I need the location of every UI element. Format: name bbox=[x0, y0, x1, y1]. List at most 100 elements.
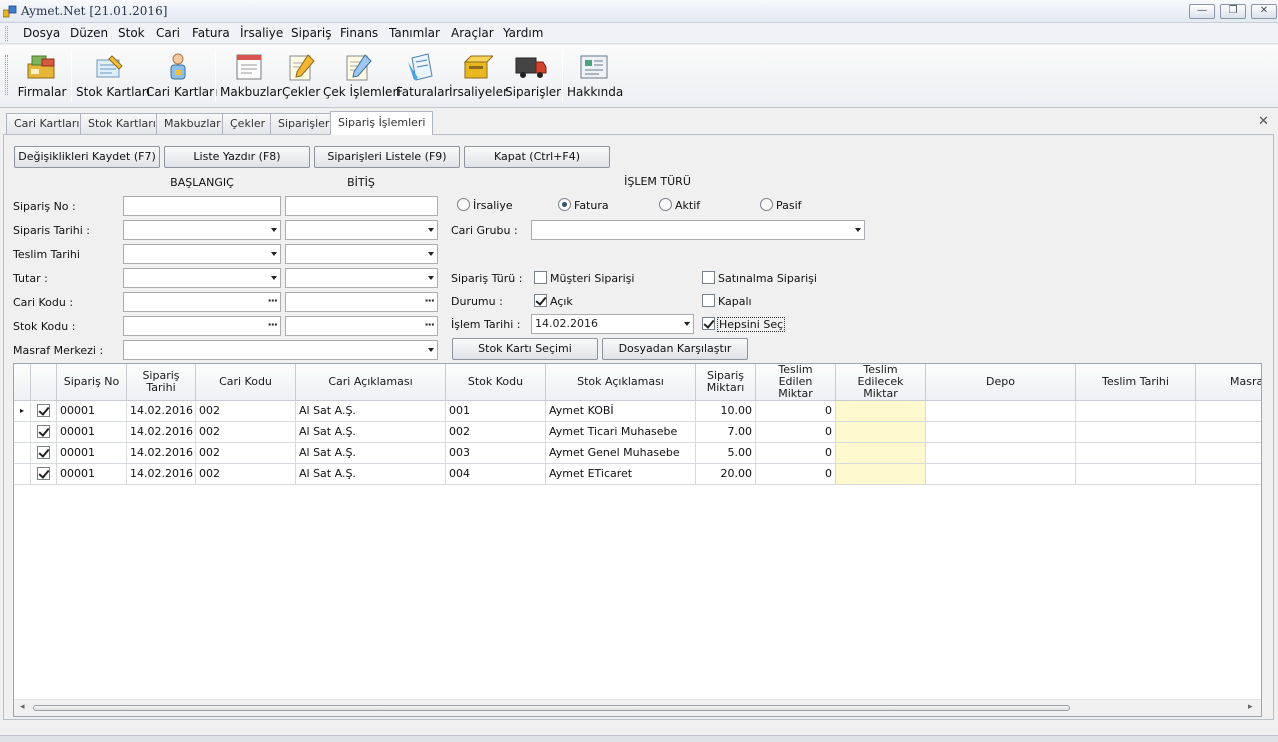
table-cell[interactable] bbox=[836, 464, 926, 485]
table-cell[interactable]: 20.00 bbox=[696, 464, 756, 485]
table-cell[interactable]: 001 bbox=[446, 401, 546, 422]
row-select-cell[interactable] bbox=[31, 401, 57, 422]
tab-siparisler[interactable]: Siparişler bbox=[270, 113, 338, 134]
row-checkbox[interactable] bbox=[37, 404, 50, 417]
tab-cekler[interactable]: Çekler bbox=[222, 113, 274, 134]
table-cell[interactable] bbox=[1196, 422, 1261, 443]
table-cell[interactable] bbox=[926, 401, 1076, 422]
compare-from-file-button[interactable]: Dosyadan Karşılaştır bbox=[602, 338, 748, 360]
table-cell[interactable]: 0 bbox=[756, 401, 836, 422]
table-cell[interactable]: Aymet Genel Muhasebe bbox=[546, 443, 696, 464]
table-cell[interactable] bbox=[1076, 464, 1196, 485]
toolbar-faturalar[interactable]: Faturalar bbox=[396, 48, 449, 105]
column-header[interactable]: Cari Kodu bbox=[196, 364, 296, 401]
menu-yardim[interactable]: Yardım bbox=[503, 26, 543, 40]
horizontal-scroll-thumb[interactable] bbox=[33, 705, 1070, 711]
restore-button[interactable]: ❐ bbox=[1220, 4, 1246, 19]
order-date-end-select[interactable] bbox=[285, 220, 438, 240]
tab-cari-kartlari[interactable]: Cari Kartları bbox=[6, 113, 88, 134]
menu-dosya[interactable]: Dosya bbox=[23, 26, 60, 40]
table-cell[interactable] bbox=[1076, 422, 1196, 443]
column-header[interactable]: Masraf bbox=[1196, 364, 1261, 401]
table-cell[interactable]: 14.02.2016 bbox=[127, 464, 196, 485]
table-cell[interactable]: 002 bbox=[196, 464, 296, 485]
table-cell[interactable] bbox=[836, 443, 926, 464]
toolbar-cekler[interactable]: Çekler bbox=[282, 48, 320, 105]
table-cell[interactable]: 00001 bbox=[57, 464, 127, 485]
table-cell[interactable] bbox=[1196, 464, 1261, 485]
row-checkbox[interactable] bbox=[37, 446, 50, 459]
customer-code-start-input[interactable]: ··· bbox=[123, 292, 281, 312]
table-cell[interactable]: 5.00 bbox=[696, 443, 756, 464]
table-cell[interactable]: 7.00 bbox=[696, 422, 756, 443]
column-header[interactable]: Cari Açıklaması bbox=[296, 364, 446, 401]
radio-irsaliye[interactable] bbox=[457, 198, 470, 211]
table-cell[interactable]: 002 bbox=[196, 422, 296, 443]
column-header[interactable]: Stok Açıklaması bbox=[546, 364, 696, 401]
toolbar-irsaliyeler[interactable]: İrsaliyeler bbox=[449, 48, 508, 105]
table-cell[interactable]: Aymet ETicaret bbox=[546, 464, 696, 485]
toolbar-makbuzlar[interactable]: Makbuzlar bbox=[220, 48, 282, 105]
column-header[interactable]: Teslim Tarihi bbox=[1076, 364, 1196, 401]
table-cell[interactable]: Al Sat A.Ş. bbox=[296, 422, 446, 443]
row-checkbox[interactable] bbox=[37, 425, 50, 438]
column-header[interactable]: Teslim Edilen Miktar bbox=[756, 364, 836, 401]
customer-order-checkbox[interactable] bbox=[534, 271, 547, 284]
row-indicator[interactable] bbox=[14, 464, 31, 485]
radio-fatura[interactable] bbox=[558, 198, 571, 211]
order-date-start-select[interactable] bbox=[123, 220, 281, 240]
table-cell[interactable]: 00001 bbox=[57, 401, 127, 422]
stock-code-start-input[interactable]: ··· bbox=[123, 316, 281, 336]
table-cell[interactable]: Aymet Ticari Muhasebe bbox=[546, 422, 696, 443]
table-cell[interactable] bbox=[926, 464, 1076, 485]
column-header[interactable]: Sipariş No bbox=[57, 364, 127, 401]
table-cell[interactable]: Aymet KOBİ bbox=[546, 401, 696, 422]
scroll-right-icon[interactable]: ▸ bbox=[1248, 702, 1253, 712]
toolbar-cek-islemleri[interactable]: Çek İşlemleri bbox=[323, 48, 401, 105]
table-cell[interactable]: 002 bbox=[446, 422, 546, 443]
table-cell[interactable]: 0 bbox=[756, 443, 836, 464]
close-form-button[interactable]: Kapat (Ctrl+F4) bbox=[464, 146, 610, 168]
stock-card-select-button[interactable]: Stok Kartı Seçimi bbox=[452, 338, 598, 360]
amount-end-select[interactable] bbox=[285, 268, 438, 288]
table-cell[interactable] bbox=[926, 422, 1076, 443]
scroll-left-icon[interactable]: ◂ bbox=[20, 702, 25, 712]
op-date-select[interactable]: 14.02.2016 bbox=[531, 314, 694, 334]
toolbar-siparisler[interactable]: Siparişler bbox=[505, 48, 561, 105]
toolbar-hakkinda[interactable]: Hakkında bbox=[567, 48, 623, 105]
row-checkbox[interactable] bbox=[37, 467, 50, 480]
row-select-cell[interactable] bbox=[31, 443, 57, 464]
stock-code-end-input[interactable]: ··· bbox=[285, 316, 438, 336]
select-all-checkbox[interactable] bbox=[702, 317, 715, 330]
menu-siparis[interactable]: Sipariş bbox=[291, 26, 331, 40]
save-changes-button[interactable]: Değişiklikleri Kaydet (F7) bbox=[14, 146, 160, 168]
table-cell[interactable]: 00001 bbox=[57, 422, 127, 443]
ellipsis-icon[interactable]: ··· bbox=[424, 318, 435, 332]
order-no-start-input[interactable] bbox=[123, 196, 281, 216]
tab-siparis-islemleri[interactable]: Sipariş İşlemleri bbox=[330, 111, 434, 135]
row-indicator[interactable]: ▸ bbox=[14, 401, 31, 422]
table-cell[interactable] bbox=[1076, 401, 1196, 422]
status-closed-checkbox[interactable] bbox=[702, 294, 715, 307]
ellipsis-icon[interactable]: ··· bbox=[424, 294, 435, 308]
row-select-cell[interactable] bbox=[31, 464, 57, 485]
purchase-order-checkbox[interactable] bbox=[702, 271, 715, 284]
minimize-button[interactable]: — bbox=[1189, 4, 1215, 19]
list-orders-button[interactable]: Siparişleri Listele (F9) bbox=[314, 146, 460, 168]
delivery-date-start-select[interactable] bbox=[123, 244, 281, 264]
order-no-end-input[interactable] bbox=[285, 196, 438, 216]
table-cell[interactable]: 14.02.2016 bbox=[127, 422, 196, 443]
table-cell[interactable]: 14.02.2016 bbox=[127, 401, 196, 422]
tab-stok-kartlari[interactable]: Stok Kartları bbox=[80, 113, 164, 134]
menu-cari[interactable]: Cari bbox=[156, 26, 180, 40]
table-cell[interactable]: 10.00 bbox=[696, 401, 756, 422]
radio-pasif[interactable] bbox=[760, 198, 773, 211]
table-cell[interactable] bbox=[926, 443, 1076, 464]
table-cell[interactable]: Al Sat A.Ş. bbox=[296, 401, 446, 422]
toolbar-cari-kartlari[interactable]: Cari Kartları bbox=[146, 48, 217, 105]
menu-duzen[interactable]: Düzen bbox=[70, 26, 108, 40]
select-column-header[interactable] bbox=[31, 364, 57, 401]
table-cell[interactable]: 00001 bbox=[57, 443, 127, 464]
column-header[interactable]: Sipariş Tarihi bbox=[127, 364, 196, 401]
column-header[interactable]: Depo bbox=[926, 364, 1076, 401]
